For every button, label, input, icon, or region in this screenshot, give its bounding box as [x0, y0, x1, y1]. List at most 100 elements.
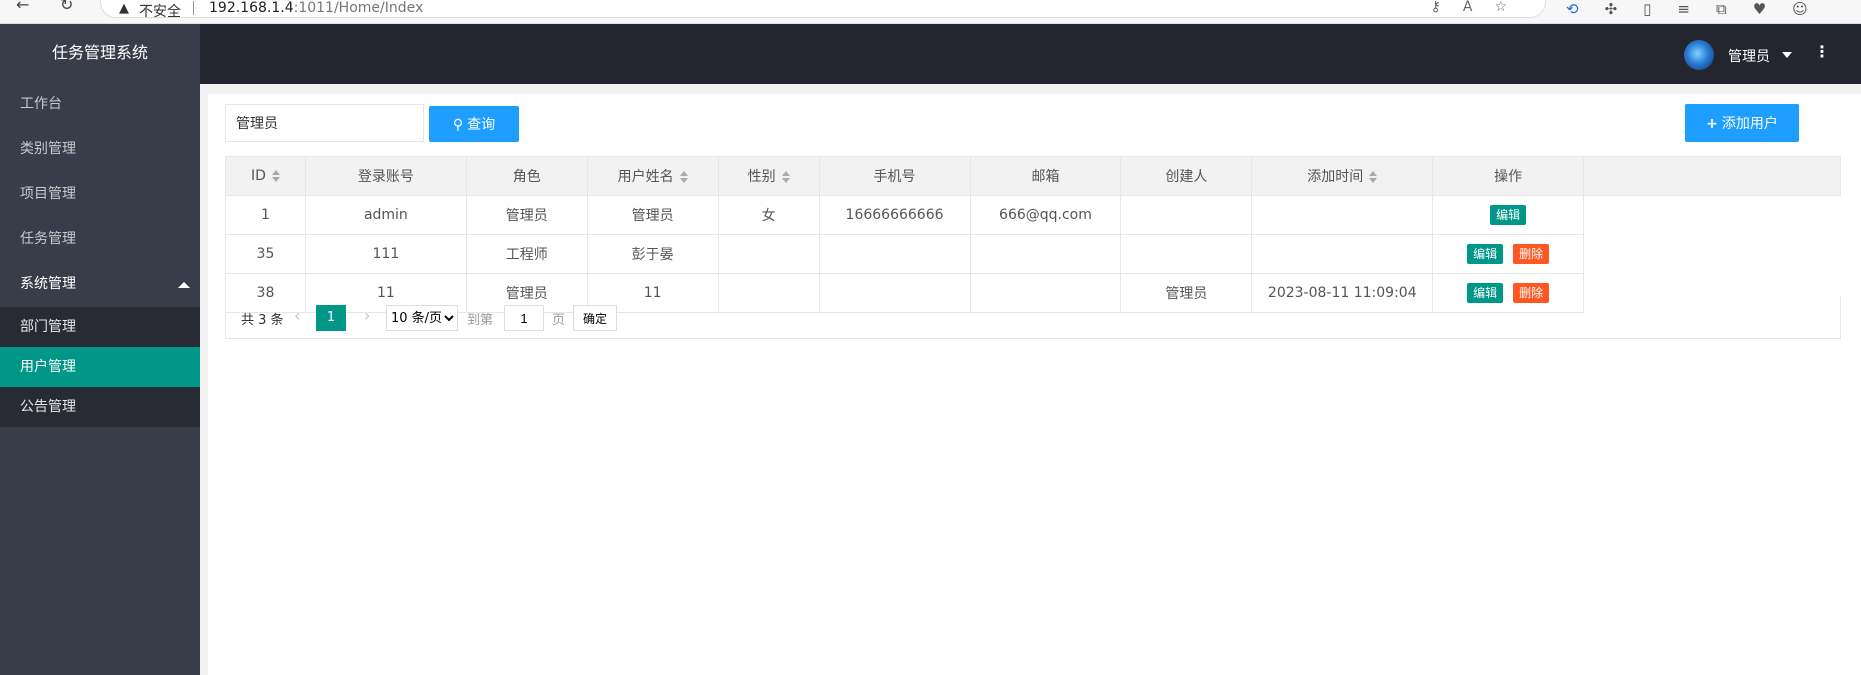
- sort-icon[interactable]: [271, 170, 280, 182]
- search-input[interactable]: [225, 104, 424, 142]
- sidebar-item-department[interactable]: 部门管理: [0, 307, 200, 347]
- cell-name: 管理员: [586, 195, 719, 235]
- col-header-label: 性别: [747, 169, 776, 185]
- col-header-role: 角色: [465, 156, 588, 196]
- sort-icon[interactable]: [679, 171, 688, 183]
- cell-role: 管理员: [465, 195, 588, 235]
- extension-puzzle-icon[interactable]: ✣: [1605, 0, 1644, 18]
- app-title: 任务管理系统: [0, 24, 200, 82]
- cell-account: 111: [304, 234, 467, 274]
- sidebar-item-category[interactable]: 类别管理: [0, 127, 200, 172]
- read-aloud-icon[interactable]: A: [1463, 0, 1495, 15]
- chevron-left-icon[interactable]: ‹: [294, 306, 300, 325]
- collections-icon[interactable]: ⧉: [1716, 0, 1753, 18]
- pager-page-label: 页: [552, 313, 566, 328]
- browser-extensions: ⟲✣▯≡⧉♥☺: [1566, 0, 1834, 18]
- main-content: ⚲查询 +添加用户 ID 登录账号 角色 用户姓名 性别 手机号 邮箱 创建人 …: [200, 84, 1861, 675]
- cell-filler: [1584, 235, 1841, 274]
- pager-confirm-button[interactable]: 确定: [573, 305, 617, 331]
- sidebar-group-label: 系统管理: [20, 276, 76, 292]
- url-host: 192.168.1.4: [209, 0, 294, 16]
- search-icon: ⚲: [452, 117, 464, 133]
- col-header-added[interactable]: 添加时间: [1251, 156, 1434, 196]
- cell-id: 35: [225, 234, 306, 274]
- profile-icon[interactable]: ☺: [1792, 0, 1834, 18]
- avatar[interactable]: [1684, 40, 1714, 70]
- cell-creator: [1120, 195, 1253, 235]
- col-header-account: 登录账号: [304, 156, 467, 196]
- user-name[interactable]: 管理员: [1728, 46, 1770, 66]
- add-user-button[interactable]: + 添加用户: [1685, 104, 1799, 142]
- warning-icon: ▲: [119, 1, 129, 16]
- cell-added: [1251, 195, 1434, 235]
- user-table: ID 登录账号 角色 用户姓名 性别 手机号 邮箱 创建人 添加时间 操作 1 …: [225, 156, 1841, 313]
- col-header-label: 用户姓名: [617, 169, 674, 185]
- col-header-creator: 创建人: [1120, 156, 1253, 196]
- back-icon[interactable]: ←: [16, 0, 29, 14]
- sort-icon[interactable]: [1369, 171, 1378, 183]
- cell-email: [969, 234, 1122, 274]
- pager-total: 共 3 条: [241, 313, 284, 328]
- sidebar: 任务管理系统 工作台 类别管理 项目管理 任务管理 系统管理 部门管理 用户管理…: [0, 24, 200, 675]
- sidebar-item-workbench[interactable]: 工作台: [0, 82, 200, 127]
- cell-creator: [1120, 234, 1253, 274]
- cell-name: 彭于晏: [586, 234, 719, 274]
- cell-gender: 女: [717, 195, 820, 235]
- chevron-up-icon: [178, 282, 190, 288]
- col-header-name[interactable]: 用户姓名: [586, 156, 719, 196]
- edit-button[interactable]: 编辑: [1467, 244, 1504, 264]
- sidebar-item-project[interactable]: 项目管理: [0, 172, 200, 217]
- col-header-phone: 手机号: [818, 156, 971, 196]
- chevron-right-icon[interactable]: ›: [364, 306, 370, 325]
- cell-account: admin: [304, 195, 467, 235]
- cell-gender: [717, 234, 820, 274]
- pagination: 共 3 条 ‹ 1 › 10 条/页 到第 页 确定: [225, 296, 1841, 339]
- col-header-id[interactable]: ID: [225, 156, 306, 196]
- split-screen-icon[interactable]: ▯: [1643, 0, 1677, 18]
- col-header-gender[interactable]: 性别: [717, 156, 820, 196]
- key-icon[interactable]: ⚷: [1431, 0, 1463, 15]
- search-button[interactable]: ⚲ 查询: [429, 106, 519, 142]
- col-header-label: 添加时间: [1307, 169, 1364, 185]
- performance-icon[interactable]: ♥: [1753, 0, 1792, 18]
- url-path: :1011/Home/Index: [293, 0, 424, 16]
- cell-id: 1: [225, 195, 306, 235]
- address-tools: ⚷A☆: [1431, 0, 1529, 15]
- col-header-email: 邮箱: [969, 156, 1122, 196]
- cell-email: 666@qq.com: [969, 195, 1122, 235]
- sidebar-item-task[interactable]: 任务管理: [0, 217, 200, 262]
- cell-actions: 编辑: [1432, 195, 1585, 235]
- caret-down-icon[interactable]: [1782, 52, 1792, 58]
- cell-filler: [1584, 196, 1841, 235]
- edit-button[interactable]: 编辑: [1490, 205, 1527, 225]
- col-header-filler: [1583, 156, 1841, 196]
- more-vertical-icon[interactable]: ⋮: [1814, 42, 1830, 61]
- content-card: ⚲查询 +添加用户 ID 登录账号 角色 用户姓名 性别 手机号 邮箱 创建人 …: [208, 94, 1861, 675]
- sidebar-group-system[interactable]: 系统管理: [0, 262, 200, 307]
- sidebar-item-notice[interactable]: 公告管理: [0, 387, 200, 427]
- extension-sync-icon[interactable]: ⟲: [1566, 0, 1605, 18]
- cell-phone: [818, 234, 971, 274]
- col-header-label: ID: [251, 168, 266, 184]
- pager-page-input[interactable]: [504, 305, 544, 331]
- url-separator: [193, 1, 194, 15]
- favorite-star-icon[interactable]: ☆: [1494, 0, 1529, 15]
- cell-added: [1251, 234, 1434, 274]
- table-row: 35 111 工程师 彭于晏 编辑 删除: [225, 234, 1841, 274]
- col-header-actions: 操作: [1432, 156, 1585, 196]
- security-warning: 不安全: [139, 4, 181, 20]
- sort-icon[interactable]: [781, 171, 790, 183]
- browser-toolbar: ← ↻ ▲ 不安全 192.168.1.4:1011/Home/Index ⚷A…: [0, 0, 1861, 24]
- sidebar-submenu: 部门管理 用户管理 公告管理: [0, 307, 200, 427]
- address-bar[interactable]: ▲ 不安全 192.168.1.4:1011/Home/Index ⚷A☆: [100, 0, 1546, 20]
- table-header-row: ID 登录账号 角色 用户姓名 性别 手机号 邮箱 创建人 添加时间 操作: [225, 156, 1841, 196]
- pager-size-select[interactable]: 10 条/页: [386, 305, 458, 331]
- delete-button[interactable]: 删除: [1513, 244, 1550, 264]
- cell-phone: 16666666666: [818, 195, 971, 235]
- pager-current-page[interactable]: 1: [316, 305, 346, 331]
- favorites-list-icon[interactable]: ≡: [1677, 0, 1716, 18]
- plus-icon: +: [1706, 116, 1718, 132]
- pager-goto-label: 到第: [467, 313, 494, 328]
- refresh-icon[interactable]: ↻: [60, 0, 73, 14]
- sidebar-item-users[interactable]: 用户管理: [0, 347, 200, 387]
